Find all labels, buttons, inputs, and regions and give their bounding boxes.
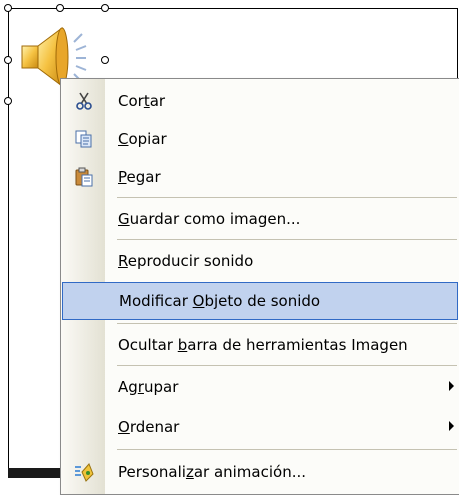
menu-item-label: Cortar bbox=[118, 92, 166, 110]
menu-item-custom-animation[interactable]: Personalizar animación... bbox=[62, 453, 458, 491]
menu-item-edit-sound-object[interactable]: Modificar Objeto de sonido bbox=[62, 282, 458, 320]
submenu-arrow-icon bbox=[449, 421, 454, 431]
context-menu: Cortar Copiar Pegar Guardar como imagen.… bbox=[60, 78, 459, 495]
menu-item-hide-picture-toolbar[interactable]: Ocultar barra de herramientas Imagen bbox=[62, 326, 458, 364]
menu-separator bbox=[117, 197, 457, 198]
menu-item-label: Guardar como imagen... bbox=[118, 210, 301, 228]
menu-item-copy[interactable]: Copiar bbox=[62, 120, 458, 158]
slide-canvas: Cortar Copiar Pegar Guardar como imagen.… bbox=[0, 0, 459, 495]
menu-item-label: Copiar bbox=[118, 130, 167, 148]
menu-item-label: Pegar bbox=[118, 168, 161, 186]
menu-item-play-sound[interactable]: Reproducir sonido bbox=[62, 242, 458, 280]
menu-separator bbox=[117, 449, 457, 450]
scissors-icon bbox=[62, 82, 106, 120]
selection-handle[interactable] bbox=[4, 56, 12, 64]
menu-item-paste[interactable]: Pegar bbox=[62, 158, 458, 196]
selection-handle[interactable] bbox=[101, 56, 109, 64]
selection-handle[interactable] bbox=[101, 4, 109, 12]
copy-icon bbox=[62, 120, 106, 158]
menu-item-label: Ocultar barra de herramientas Imagen bbox=[118, 336, 408, 354]
custom-animation-icon bbox=[62, 453, 106, 491]
menu-item-label: Personalizar animación... bbox=[118, 463, 307, 481]
paste-icon bbox=[62, 158, 106, 196]
menu-item-label: Modificar Objeto de sonido bbox=[119, 292, 321, 310]
menu-separator bbox=[117, 239, 457, 240]
menu-item-order[interactable]: Ordenar bbox=[62, 408, 458, 446]
selection-handle[interactable] bbox=[4, 4, 12, 12]
menu-item-cut[interactable]: Cortar bbox=[62, 82, 458, 120]
menu-item-label: Ordenar bbox=[118, 418, 180, 436]
menu-item-label: Agrupar bbox=[118, 378, 179, 396]
menu-separator bbox=[117, 323, 457, 324]
selection-handle[interactable] bbox=[56, 4, 64, 12]
menu-item-label: Reproducir sonido bbox=[118, 252, 254, 270]
submenu-arrow-icon bbox=[449, 381, 454, 391]
selection-handle[interactable] bbox=[4, 97, 12, 105]
menu-item-group[interactable]: Agrupar bbox=[62, 368, 458, 406]
menu-item-save-as-image[interactable]: Guardar como imagen... bbox=[62, 200, 458, 238]
menu-separator bbox=[117, 365, 457, 366]
